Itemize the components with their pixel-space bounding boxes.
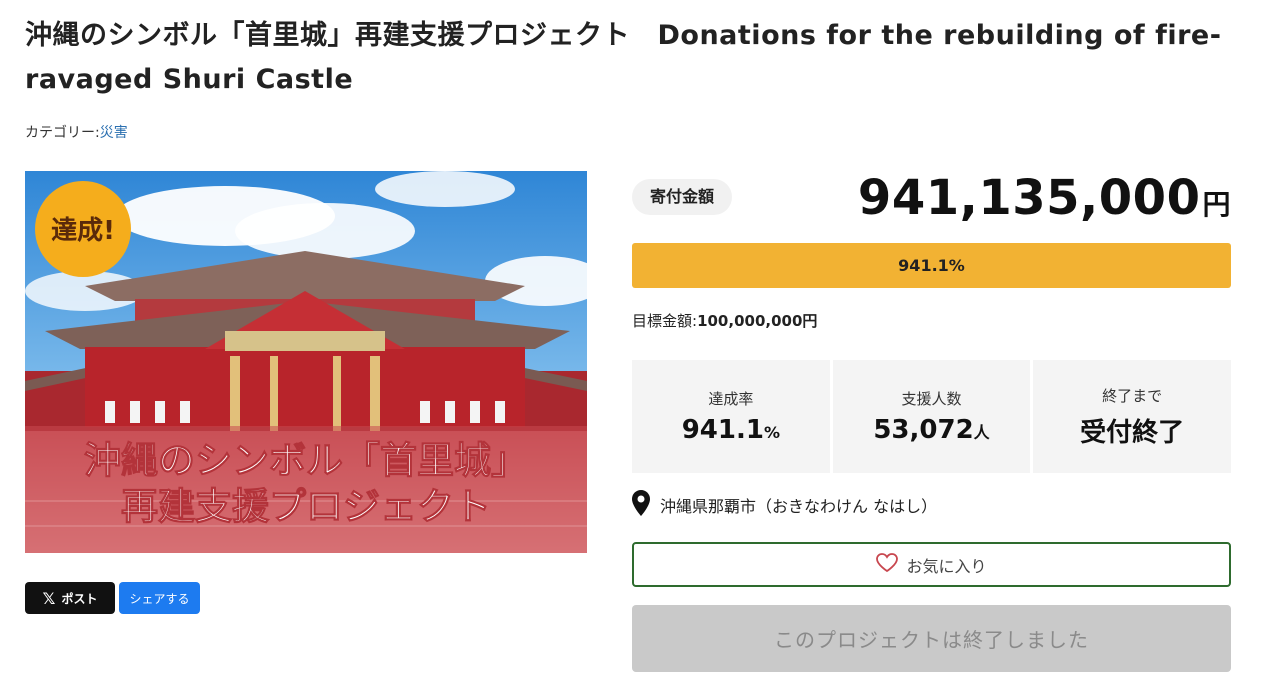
donation-amount-number: 941,135,000 — [857, 170, 1201, 226]
x-post-label: ポスト — [61, 591, 98, 606]
hero-caption-line1: 沖縄のシンボル「首里城」 — [84, 439, 528, 482]
page-title: 沖縄のシンボル「首里城」再建支援プロジェクト Donations for the… — [25, 20, 1222, 95]
hero-caption-line2: 再建支援プロジェクト — [121, 485, 491, 528]
goal-label: 目標金額: — [632, 312, 698, 330]
stats-panel: 達成率 941.1% 支援人数 53,072人 終了まで 受付終了 — [632, 360, 1232, 473]
location-text: 沖縄県那覇市（おきなわけん なはし） — [660, 497, 938, 516]
category-label: カテゴリー: — [25, 125, 100, 141]
progress-label: 941.1% — [898, 256, 965, 275]
progress-bar: 941.1% — [632, 243, 1231, 288]
favorite-label: お気に入り — [906, 556, 987, 576]
achieved-badge: 達成! — [51, 216, 115, 246]
stat-label: 支援人数 — [901, 390, 962, 408]
stat-label: 達成率 — [708, 390, 754, 408]
share-buttons: 𝕏 ポスト シェアする — [25, 582, 200, 614]
category-link[interactable]: 災害 — [100, 125, 128, 141]
project-ended-button[interactable]: このプロジェクトは終了しました — [632, 605, 1231, 672]
donation-amount: 941,135,000円 — [858, 170, 1231, 233]
stat-achievement-rate: 達成率 941.1% — [632, 360, 830, 473]
hero-image: 達成! 沖縄のシンボル「首里城」 再建支援プロジェクト — [25, 171, 587, 553]
donation-panel: 寄付金額 941,135,000円 941.1% 目標金額:100,000,00… — [632, 170, 1232, 672]
goal-amount: 目標金額:100,000,000円 — [632, 310, 817, 331]
heart-icon — [876, 552, 899, 577]
category: カテゴリー:災害 — [25, 122, 128, 142]
x-post-button[interactable]: 𝕏 ポスト — [25, 582, 115, 614]
x-logo-icon: 𝕏 — [42, 588, 56, 608]
stat-label: 終了まで — [1102, 386, 1163, 405]
favorite-button[interactable]: お気に入り — [632, 542, 1231, 587]
donation-amount-badge: 寄付金額 — [632, 179, 733, 215]
stat-supporters: 支援人数 53,072人 — [832, 360, 1031, 473]
stat-value: 受付終了 — [1080, 417, 1185, 448]
share-button[interactable]: シェアする — [119, 582, 200, 614]
stat-value: 53,072人 — [873, 415, 990, 445]
goal-value: 100,000,000円 — [697, 312, 818, 330]
map-pin-icon — [632, 490, 650, 520]
donation-amount-unit: 円 — [1202, 188, 1231, 221]
stat-value: 941.1% — [681, 415, 780, 445]
location: 沖縄県那覇市（おきなわけん なはし） — [632, 490, 937, 520]
stat-remaining: 終了まで 受付終了 — [1033, 360, 1232, 473]
